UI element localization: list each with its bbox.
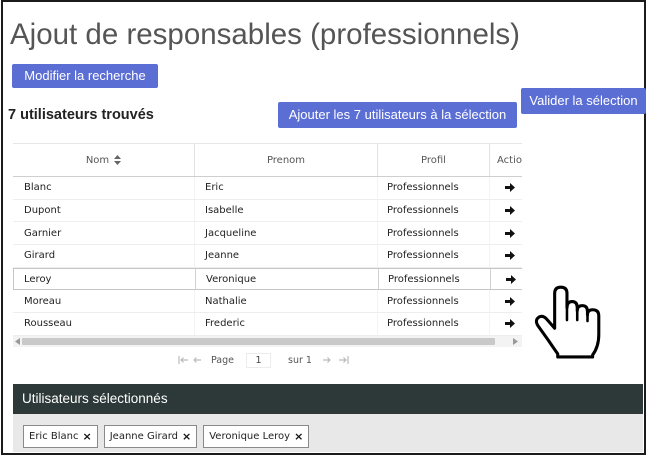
table-row[interactable]: Leroy Veronique Professionnels [13,267,522,291]
cell-nom: Blanc [13,177,195,199]
first-page-icon[interactable] [178,356,188,364]
cell-prenom: Isabelle [195,199,378,222]
cell-profil: Professionnels [378,177,490,199]
column-header-action[interactable]: Actio [490,144,522,176]
table-body: Blanc Eric Professionnels Dupont Isabell… [13,177,522,336]
cell-profil: Professionnels [378,290,490,313]
column-header-label: Nom [85,154,110,166]
remove-tag-icon[interactable]: × [83,430,92,443]
selected-users-list: Eric Blanc × Jeanne Girard × Veronique L… [13,414,643,452]
add-all-users-button[interactable]: Ajouter les 7 utilisateurs à la sélectio… [278,102,517,128]
page-number-input[interactable] [246,352,271,368]
cell-prenom: Jeanne [195,245,378,267]
selected-user-tag: Veronique Leroy × [203,425,310,448]
cell-prenom: Jacqueline [195,222,378,245]
pager: Page sur 1 [175,352,349,368]
page-total: sur 1 [288,354,312,366]
cell-action [490,177,522,199]
cell-nom: Dupont [13,199,195,222]
prev-page-icon[interactable] [192,356,201,364]
cell-profil: Professionnels [378,245,490,267]
scroll-left-icon[interactable] [15,338,20,345]
cell-profil: Professionnels [378,222,490,245]
hand-pointer-icon [534,285,601,359]
cell-nom: Moreau [13,290,195,313]
page-title: Ajout de responsables (professionnels) [10,18,520,51]
cell-prenom: Veronique [196,268,379,290]
cell-profil: Professionnels [379,268,491,290]
cell-nom: Leroy [14,268,196,290]
column-header-prenom[interactable]: Prenom [195,144,378,176]
column-header-profil[interactable]: Profil [378,144,490,176]
selected-user-tag: Eric Blanc × [23,425,98,448]
cell-action [490,290,522,312]
cell-action [491,269,522,290]
table-header: Nom Prenom Profil Actio [13,143,522,177]
cell-prenom: Eric [195,177,378,199]
horizontal-scrollbar[interactable] [13,336,522,347]
tag-label: Jeanne Girard [109,431,179,442]
selected-user-tag: Jeanne Girard × [103,425,198,448]
users-table: Nom Prenom Profil Actio Blanc Eric Profe… [13,143,522,347]
cell-action [490,313,522,335]
table-row[interactable]: Moreau Nathalie Professionnels [13,290,522,314]
scrollbar-thumb[interactable] [22,338,495,345]
scroll-right-icon[interactable] [513,338,518,345]
cell-prenom: Nathalie [195,290,378,313]
cell-prenom: Frederic [195,313,378,335]
cell-nom: Garnier [13,222,195,245]
arrow-right-icon[interactable] [505,183,515,193]
sort-icon[interactable] [114,155,122,165]
cell-profil: Professionnels [378,199,490,222]
page-label: Page [211,354,234,366]
next-page-icon[interactable] [322,356,332,364]
arrow-right-icon[interactable] [505,206,515,216]
arrow-right-icon[interactable] [505,319,515,329]
table-row[interactable]: Garnier Jacqueline Professionnels [13,222,522,246]
cell-action [490,200,522,222]
cell-action [490,222,522,244]
arrow-right-icon[interactable] [505,251,515,261]
column-header-label: Actio [497,154,522,166]
table-row[interactable]: Blanc Eric Professionnels [13,177,522,200]
cell-action [490,245,522,267]
tag-label: Eric Blanc [29,431,79,442]
cell-nom: Rousseau [13,313,195,335]
tag-label: Veronique Leroy [209,431,291,442]
cell-nom: Girard [13,245,195,267]
selected-users-header: Utilisateurs sélectionnés [13,384,643,414]
table-row[interactable]: Girard Jeanne Professionnels [13,245,522,268]
validate-selection-button[interactable]: Valider la sélection [521,88,646,114]
column-header-nom[interactable]: Nom [13,144,195,176]
cell-profil: Professionnels [378,313,490,335]
column-header-label: Prenom [266,154,306,166]
modify-search-button[interactable]: Modifier la recherche [12,64,158,88]
results-count: 7 utilisateurs trouvés [8,107,154,123]
remove-tag-icon[interactable]: × [182,430,191,443]
arrow-right-icon[interactable] [505,228,515,238]
remove-tag-icon[interactable]: × [294,430,303,443]
arrow-right-icon[interactable] [505,296,515,306]
table-row[interactable]: Dupont Isabelle Professionnels [13,199,522,223]
column-header-label: Profil [421,154,446,166]
table-row[interactable]: Rousseau Frederic Professionnels [13,313,522,336]
arrow-right-icon[interactable] [506,274,516,284]
last-page-icon[interactable] [338,356,349,364]
